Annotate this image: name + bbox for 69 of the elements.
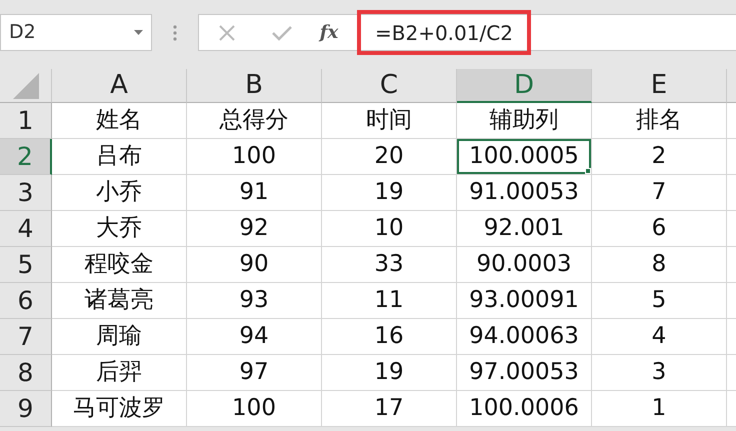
table-cell: 马可波罗: [52, 391, 187, 427]
table-cell: 90.0003: [457, 247, 592, 283]
table-cell: 94.00063: [457, 319, 592, 355]
table-cell: 93: [187, 283, 322, 319]
row-header[interactable]: 5: [0, 247, 52, 283]
checkmark-icon[interactable]: [272, 24, 292, 40]
table-cell: 92.001: [457, 211, 592, 247]
table-cell: 94: [187, 319, 322, 355]
table-cell: 97.00053: [457, 355, 592, 391]
table-cell: 1: [592, 391, 727, 427]
table-cell: 诸葛亮: [52, 283, 187, 319]
row-header[interactable]: 2: [0, 139, 52, 175]
drag-handle-icon[interactable]: [173, 24, 177, 40]
table-cell: 100.0006: [457, 391, 592, 427]
table-cell: 总得分: [187, 103, 322, 139]
formula-field[interactable]: =B2+0.01/C2: [357, 10, 531, 55]
table-cell: 16: [322, 319, 457, 355]
dropdown-caret-icon[interactable]: [134, 30, 143, 35]
column-header[interactable]: B: [187, 69, 322, 103]
row-header[interactable]: 4: [0, 211, 52, 247]
column-header[interactable]: D: [457, 69, 592, 103]
row-header[interactable]: 8: [0, 355, 52, 391]
table-cell: 后羿: [52, 355, 187, 391]
table-cell: 程咬金: [52, 247, 187, 283]
table-cell: 时间: [322, 103, 457, 139]
table-cell: 周瑜: [52, 319, 187, 355]
selected-cell[interactable]: 100.0005: [457, 139, 592, 175]
table-cell: 97: [187, 355, 322, 391]
table-cell: 大乔: [52, 211, 187, 247]
fill-handle[interactable]: [585, 168, 591, 174]
column-header[interactable]: E: [592, 69, 727, 103]
table-cell: 4: [592, 319, 727, 355]
close-icon[interactable]: [218, 24, 236, 42]
table-cell: 5: [592, 283, 727, 319]
table-cell: 91: [187, 175, 322, 211]
table-cell: 92: [187, 211, 322, 247]
table-cell: 19: [322, 355, 457, 391]
table-cell: 11: [322, 283, 457, 319]
table-cell: 90: [187, 247, 322, 283]
name-box[interactable]: D2: [0, 14, 152, 51]
table-cell: 10: [322, 211, 457, 247]
insert-function-button[interactable]: fx: [309, 19, 349, 46]
table-cell: 100: [187, 391, 322, 427]
row-header[interactable]: 6: [0, 283, 52, 319]
row-header[interactable]: 9: [0, 391, 52, 427]
row-header[interactable]: 1: [0, 103, 52, 139]
column-header[interactable]: [727, 69, 736, 103]
table-cell: 辅助列: [457, 103, 592, 139]
table-cell: 姓名: [52, 103, 187, 139]
table-cell: 93.00091: [457, 283, 592, 319]
column-header[interactable]: A: [52, 69, 187, 103]
table-cell: 小乔: [52, 175, 187, 211]
table-cell: 33: [322, 247, 457, 283]
column-header[interactable]: C: [322, 69, 457, 103]
table-cell: 100: [187, 139, 322, 175]
row-header[interactable]: 7: [0, 319, 52, 355]
table-cell: 19: [322, 175, 457, 211]
table-cell: 6: [592, 211, 727, 247]
table-cell: 吕布: [52, 139, 187, 175]
table-cell: 91.00053: [457, 175, 592, 211]
select-all-icon[interactable]: [12, 72, 38, 98]
table-cell: 7: [592, 175, 727, 211]
table-cell: 17: [322, 391, 457, 427]
table-cell: 8: [592, 247, 727, 283]
table-cell: 排名: [592, 103, 727, 139]
row-header[interactable]: 3: [0, 175, 52, 211]
table-cell: 20: [322, 139, 457, 175]
table-cell: 2: [592, 139, 727, 175]
table-cell: 3: [592, 355, 727, 391]
